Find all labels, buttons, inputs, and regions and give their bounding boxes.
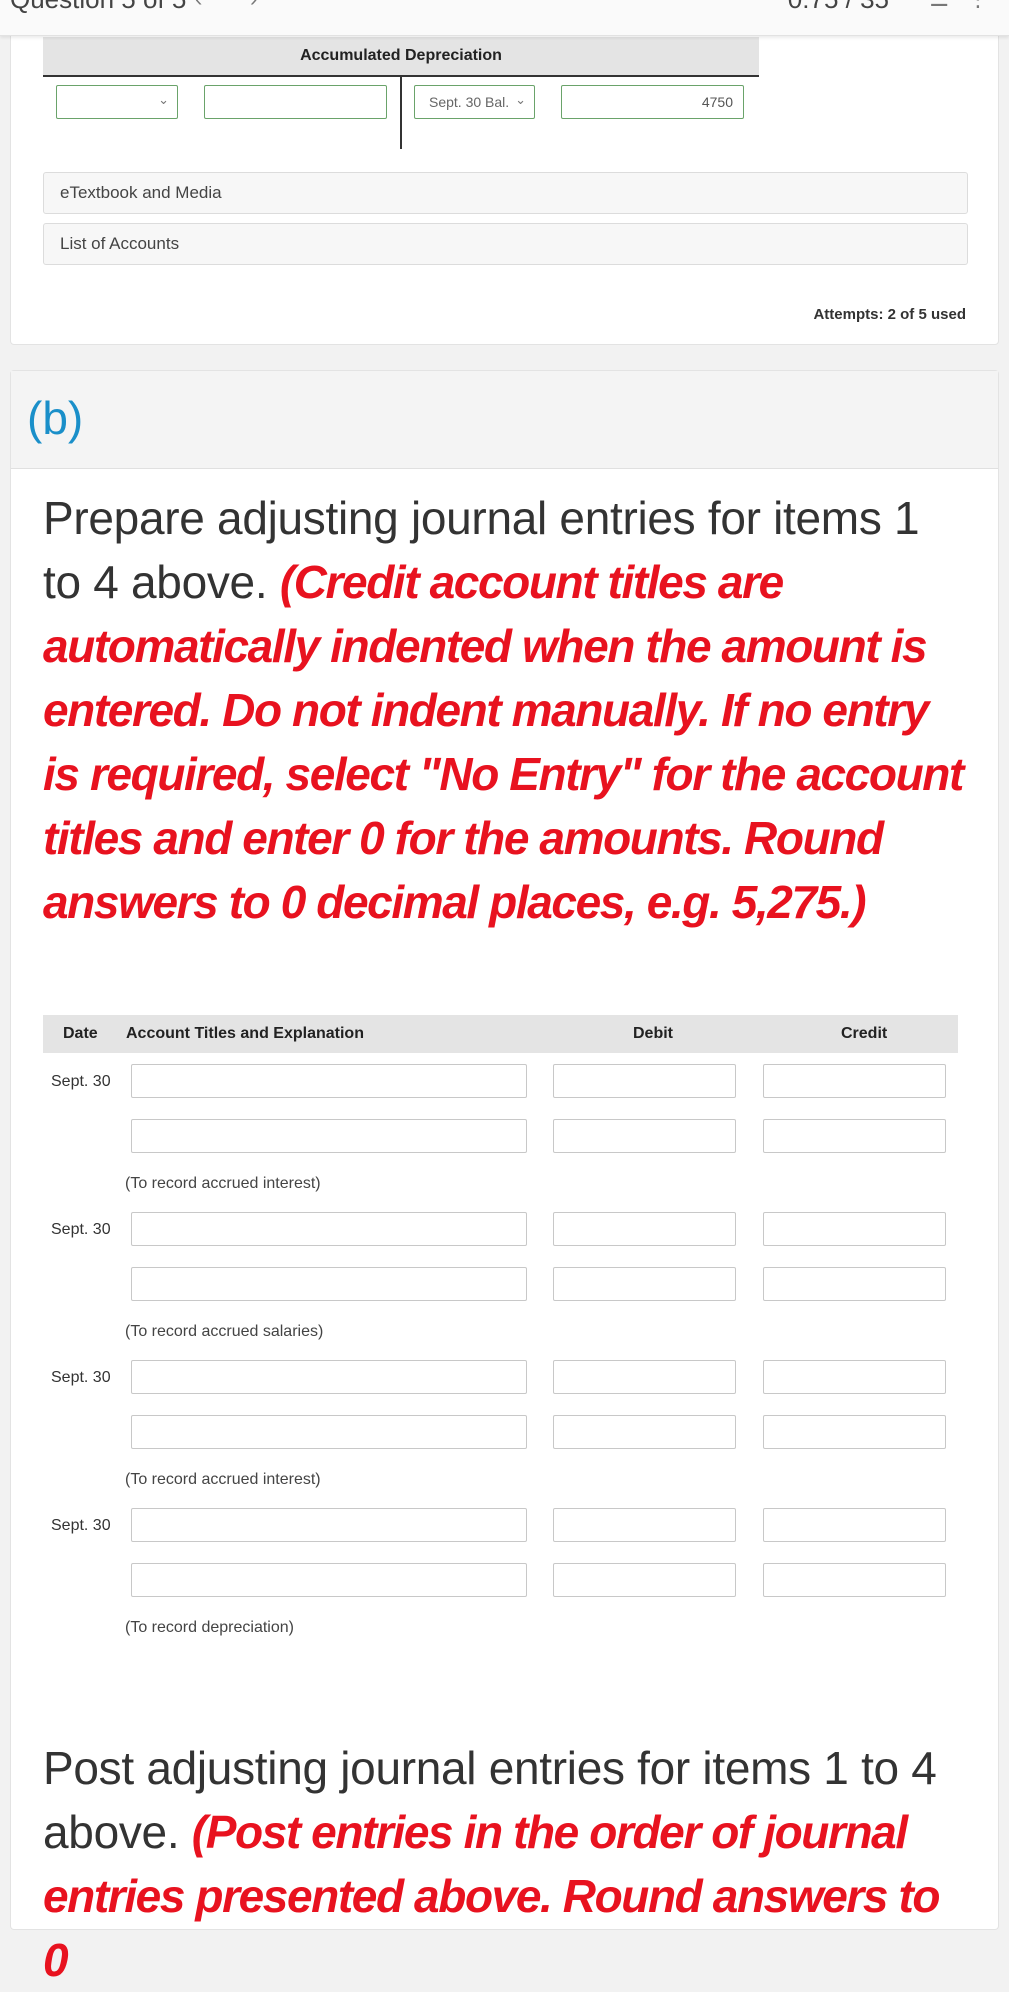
account-title-input[interactable] [131,1064,527,1098]
debit-input[interactable] [553,1064,736,1098]
journal-table-header: Date Account Titles and Explanation Debi… [43,1015,958,1053]
credit-input[interactable] [763,1415,946,1449]
part-label: (b) [27,392,84,444]
question-counter: Question 5 of 5 [10,0,186,15]
attempts-counter: Attempts: 2 of 5 used [813,306,966,323]
t-account-divider [400,77,402,149]
debit-amount-input[interactable] [204,85,387,119]
list-icon[interactable]: ☰ [929,0,949,12]
credit-input[interactable] [763,1119,946,1153]
credit-input[interactable] [763,1360,946,1394]
header-date: Date [63,1025,98,1042]
more-icon[interactable]: ⋮ [967,0,989,12]
entry-date: Sept. 30 [51,1221,111,1238]
account-title-input[interactable] [131,1360,527,1394]
account-title-input[interactable] [131,1119,527,1153]
entry-date: Sept. 30 [51,1073,111,1090]
entry-memo: (To record depreciation) [125,1619,294,1636]
chevron-down-icon: ⌄ [158,92,169,107]
entry-date: Sept. 30 [51,1369,111,1386]
t-account-title: Accumulated Depreciation [43,37,759,77]
part-b-card: (b) Prepare adjusting journal entries fo… [10,370,999,1986]
credit-date-select[interactable]: Sept. 30 Bal. ⌄ [414,85,535,119]
debit-input[interactable] [553,1508,736,1542]
header-account: Account Titles and Explanation [126,1025,364,1042]
account-title-input[interactable] [131,1212,527,1246]
account-title-input[interactable] [131,1563,527,1597]
credit-input[interactable] [763,1563,946,1597]
account-title-input[interactable] [131,1508,527,1542]
timer: 0:75 / 35 [788,0,889,15]
part-b-header: (b) [11,371,998,469]
account-title-input[interactable] [131,1415,527,1449]
entry-memo: (To record accrued interest) [125,1175,321,1192]
debit-date-select[interactable]: ⌄ [56,85,178,119]
credit-input[interactable] [763,1267,946,1301]
header-credit: Credit [841,1025,888,1042]
list-of-accounts-link[interactable]: List of Accounts [43,223,968,265]
credit-amount-input[interactable]: 4750 [561,85,744,119]
post-instruction: Post adjusting journal entries for items… [43,1742,940,1986]
chevron-right-icon[interactable]: › [250,0,257,12]
t-account-card: Accumulated Depreciation ⌄ Sept. 30 Bal.… [10,20,999,345]
entry-memo: (To record accrued salaries) [125,1323,324,1340]
account-title-input[interactable] [131,1267,527,1301]
etextbook-link[interactable]: eTextbook and Media [43,172,968,214]
top-bar: Question 5 of 5 ‹ › 0:75 / 35 ☰ ⋮ [0,0,1009,36]
debit-input[interactable] [553,1119,736,1153]
credit-input[interactable] [763,1508,946,1542]
journal-instruction: Prepare adjusting journal entries for it… [43,492,964,928]
credit-input[interactable] [763,1064,946,1098]
debit-input[interactable] [553,1267,736,1301]
entry-date: Sept. 30 [51,1517,111,1534]
header-debit: Debit [633,1025,673,1042]
debit-input[interactable] [553,1415,736,1449]
entry-memo: (To record accrued interest) [125,1471,321,1488]
debit-input[interactable] [553,1360,736,1394]
chevron-left-icon[interactable]: ‹ [195,0,202,12]
chevron-down-icon: ⌄ [515,92,526,107]
credit-input[interactable] [763,1212,946,1246]
journal-instruction-note: (Credit account titles are automatically… [43,556,964,928]
debit-input[interactable] [553,1212,736,1246]
debit-input[interactable] [553,1563,736,1597]
